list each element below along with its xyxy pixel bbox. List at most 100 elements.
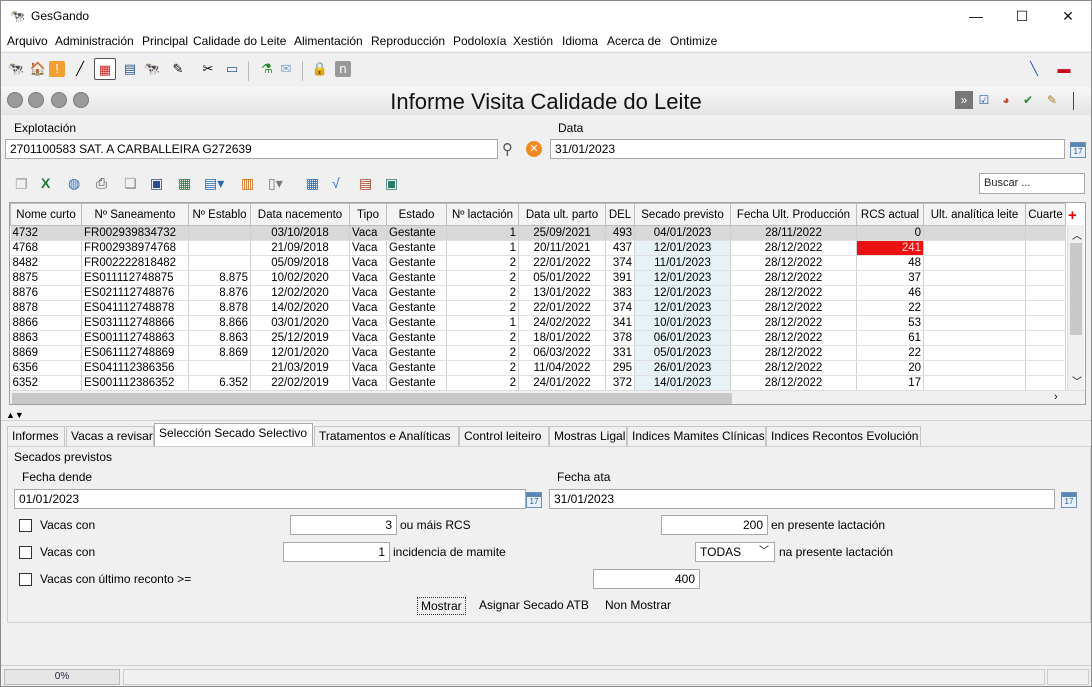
column-header[interactable]: RCS actual [856, 203, 924, 226]
rcs-threshold-field[interactable]: 200 [661, 515, 768, 535]
vacas-mamite-checkbox[interactable] [19, 546, 32, 559]
mamite-count-field[interactable]: 1 [283, 542, 390, 562]
table-cell[interactable]: 05/01/2022 [518, 270, 606, 286]
image-icon[interactable]: ▣ [385, 175, 398, 192]
table-cell[interactable] [1025, 345, 1066, 361]
table-cell[interactable]: 10/02/2020 [250, 270, 350, 286]
notes-icon[interactable]: ✎ [167, 58, 189, 80]
table-cell[interactable]: ES031112748866 [81, 315, 189, 331]
table-cell[interactable]: 2 [446, 360, 519, 376]
table-cell[interactable]: 11/04/2022 [518, 360, 606, 376]
table-cell[interactable]: 10/01/2023 [634, 315, 731, 331]
table-cell[interactable]: 2 [446, 345, 519, 361]
tab-informes[interactable]: Informes [7, 426, 65, 446]
print-icon[interactable]: ⎙ [96, 175, 107, 192]
table-row[interactable]: 8863 ES001112748863 8.863 25/12/2019 Vaca Ges… [10, 330, 1066, 346]
table-cell[interactable]: 8866 [10, 315, 82, 331]
table-cell[interactable]: 8863 [10, 330, 82, 346]
fecha-ata-field[interactable]: 31/01/2023 [549, 489, 1055, 509]
explotacion-field[interactable]: 2701100583 SAT. A CARBALLEIRA G272639 [5, 139, 498, 159]
table-cell[interactable]: 06/01/2023 [634, 330, 731, 346]
scroll-down-icon[interactable]: ﹀ [1072, 373, 1082, 388]
close-button[interactable]: ✕ [1045, 1, 1091, 31]
formula-icon[interactable]: √ [332, 175, 340, 191]
table-cell[interactable]: 14/02/2020 [250, 300, 350, 316]
table-cell[interactable]: ES021112748876 [81, 285, 189, 301]
table-cell[interactable]: 372 [605, 375, 635, 391]
checklist-icon[interactable]: ☑ [975, 91, 993, 109]
splitter[interactable] [1, 420, 1091, 421]
table-cell[interactable]: 374 [605, 255, 635, 271]
table-cell[interactable] [1025, 330, 1066, 346]
table-cell[interactable]: 374 [605, 300, 635, 316]
table-cell[interactable]: Gestante [386, 240, 447, 256]
tools-icon[interactable]: ✂ [197, 58, 219, 80]
table-cell[interactable]: 6352 [10, 375, 82, 391]
menu-idioma[interactable]: Idioma [562, 34, 598, 48]
table-cell[interactable] [923, 255, 1026, 271]
table-cell[interactable]: 437 [605, 240, 635, 256]
table-cell[interactable] [923, 345, 1026, 361]
table-cell[interactable] [188, 240, 251, 256]
excel-icon[interactable]: X [41, 175, 50, 191]
table-cell[interactable]: 2 [446, 330, 519, 346]
table-cell[interactable] [188, 225, 251, 241]
check-icon[interactable]: ✔ [1019, 91, 1037, 109]
table-cell[interactable]: Vaca [349, 240, 387, 256]
table-cell[interactable]: Gestante [386, 315, 447, 331]
table-cell[interactable]: 295 [605, 360, 635, 376]
vertical-scrollbar[interactable]: ︿ ﹀ [1067, 225, 1084, 391]
tab-tratamentos[interactable]: Tratamentos e Analíticas [314, 426, 459, 446]
maximize-button[interactable]: ☐ [999, 1, 1045, 31]
menu-reproduccion[interactable]: Reproducción [371, 34, 445, 48]
table-cell[interactable] [923, 300, 1026, 316]
table-cell[interactable]: 12/01/2023 [634, 285, 731, 301]
table-cell[interactable]: 11/01/2023 [634, 255, 731, 271]
table-cell[interactable] [923, 375, 1026, 391]
table-cell[interactable]: 1 [446, 315, 519, 331]
column-header[interactable]: Cuarte [1025, 203, 1066, 226]
table-cell[interactable]: 03/10/2018 [250, 225, 350, 241]
table-cell[interactable]: 12/01/2020 [250, 345, 350, 361]
mostrar-button[interactable]: Mostrar [417, 597, 466, 615]
table-cell[interactable]: 12/01/2023 [634, 300, 731, 316]
table-cell[interactable]: Vaca [349, 255, 387, 271]
tab-control-leiteiro[interactable]: Control leiteiro [459, 426, 549, 446]
table-cell[interactable]: 2 [446, 285, 519, 301]
clear-icon[interactable]: ✕ [526, 141, 542, 157]
table-cell[interactable]: 8.869 [188, 345, 251, 361]
table-cell[interactable]: 22/01/2022 [518, 300, 606, 316]
column-header[interactable]: Ult. analítica leite [923, 203, 1026, 226]
column-header[interactable]: Fecha Ult. Producción [730, 203, 857, 226]
column-header[interactable]: Nº Saneamento [81, 203, 189, 226]
table-row[interactable]: 6356 ES041112386356 21/03/2019 Vaca Gestante… [10, 360, 1066, 376]
table-cell[interactable]: 04/01/2023 [634, 225, 731, 241]
calendar-icon[interactable]: 17 [1061, 492, 1077, 508]
column-header[interactable]: Secado previsto [634, 203, 731, 226]
table-cell[interactable]: 8.878 [188, 300, 251, 316]
table-cell[interactable]: Gestante [386, 255, 447, 271]
table-cell[interactable]: 331 [605, 345, 635, 361]
table-cell[interactable]: 14/01/2023 [634, 375, 731, 391]
mail-icon[interactable]: ✉ [275, 58, 297, 80]
table-cell[interactable]: 24/02/2022 [518, 315, 606, 331]
horizontal-scrollbar[interactable]: › [10, 390, 1085, 404]
table-cell[interactable]: 6356 [10, 360, 82, 376]
table-cell[interactable] [188, 360, 251, 376]
column-header[interactable]: DEL [605, 203, 635, 226]
table-cell[interactable]: 37 [856, 270, 924, 286]
table-cell[interactable] [1025, 375, 1066, 391]
table-row[interactable]: 8878 ES041112748878 8.878 14/02/2020 Vaca Ges… [10, 300, 1066, 316]
table-cell[interactable]: 53 [856, 315, 924, 331]
table-row[interactable]: 8869 ES061112748869 8.869 12/01/2020 Vaca Ges… [10, 345, 1066, 361]
table-cell[interactable]: Vaca [349, 315, 387, 331]
table-cell[interactable]: ES061112748869 [81, 345, 189, 361]
table-cell[interactable]: ES001112748863 [81, 330, 189, 346]
table-cell[interactable]: 25/12/2019 [250, 330, 350, 346]
tab-mostras-ligal[interactable]: Mostras Ligal [549, 426, 627, 446]
table-row[interactable]: 8482 FR002222818482 05/09/2018 Vaca Gestante… [10, 255, 1066, 271]
table-cell[interactable]: Gestante [386, 270, 447, 286]
scroll-up-icon[interactable]: ︿ [1072, 227, 1082, 242]
calculator-icon[interactable]: ▦ [306, 175, 319, 192]
tab-vacas-revisar[interactable]: Vacas a revisar [66, 426, 154, 446]
